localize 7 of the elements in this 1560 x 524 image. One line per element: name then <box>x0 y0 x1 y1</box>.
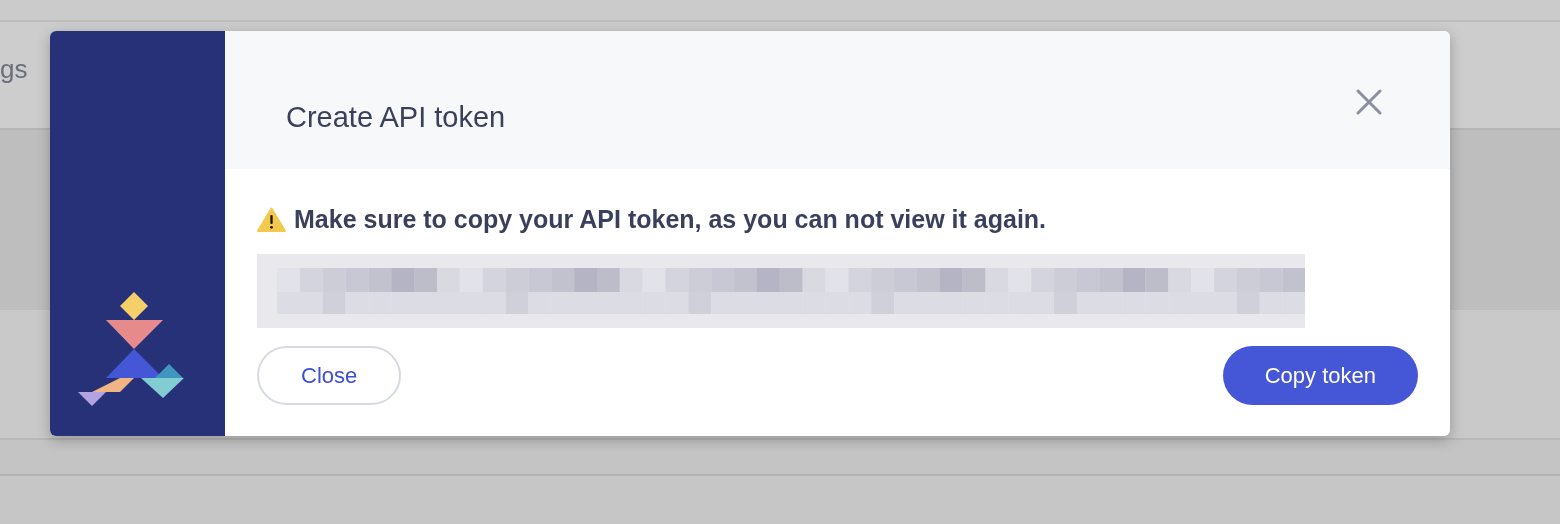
copy-button[interactable]: Copy token <box>1222 346 1418 405</box>
warning-message: Make sure to copy your API token, as you can not view it again. <box>294 205 1047 234</box>
background-label: gs <box>0 53 28 85</box>
close-icon[interactable] <box>1354 87 1384 117</box>
close-button[interactable]: Close <box>257 346 402 405</box>
warning-icon <box>257 207 286 232</box>
dialog-title: Create API token <box>286 101 506 134</box>
